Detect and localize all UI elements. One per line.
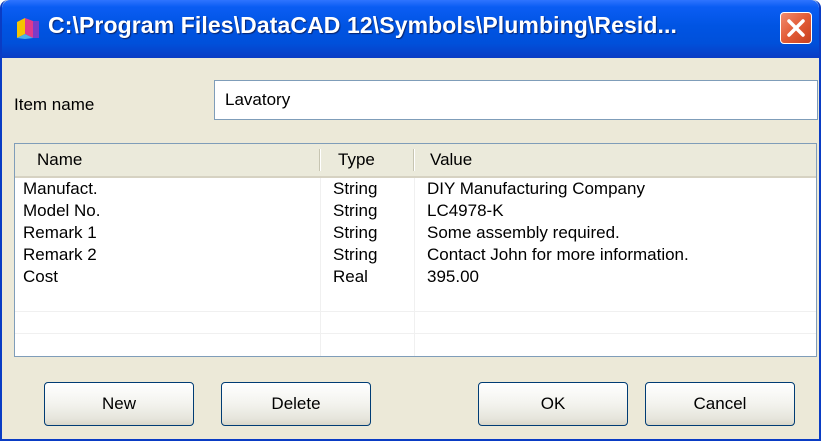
close-button[interactable] — [780, 12, 812, 44]
cell-value: Contact John for more information. — [427, 245, 689, 264]
cell-type: String — [333, 223, 378, 242]
app-icon — [16, 17, 40, 39]
grid-line — [15, 333, 816, 334]
column-header-value[interactable]: Value — [430, 144, 472, 176]
table-row[interactable]: Remark 1 String Some assembly required. — [15, 222, 816, 244]
cell-name: Remark 2 — [23, 245, 97, 264]
cell-name: Manufact. — [23, 179, 98, 198]
cell-name: Cost — [23, 267, 58, 286]
cell-type: Real — [333, 267, 368, 286]
cell-value: LC4978-K — [427, 201, 504, 220]
table-row[interactable]: Cost Real 395.00 — [15, 266, 816, 288]
attributes-table[interactable]: Name Type Value Manufact. String DIY Man… — [14, 143, 817, 357]
ok-button[interactable]: OK — [478, 382, 628, 426]
cell-name: Model No. — [23, 201, 101, 220]
cell-name: Remark 1 — [23, 223, 97, 242]
cell-type: String — [333, 245, 378, 264]
cell-type: String — [333, 179, 378, 198]
cell-value: 395.00 — [427, 267, 479, 286]
cell-type: String — [333, 201, 378, 220]
table-row[interactable]: Remark 2 String Contact John for more in… — [15, 244, 816, 266]
item-name-label: Item name — [14, 95, 95, 114]
table-header: Name Type Value — [15, 144, 816, 178]
table-rows: Manufact. String DIY Manufacturing Compa… — [15, 178, 816, 288]
cell-value: DIY Manufacturing Company — [427, 179, 645, 198]
new-button[interactable]: New — [44, 382, 194, 426]
symbol-attributes-dialog: C:\Program Files\DataCAD 12\Symbols\Plum… — [0, 0, 821, 441]
table-row[interactable]: Manufact. String DIY Manufacturing Compa… — [15, 178, 816, 200]
delete-button[interactable]: Delete — [221, 382, 371, 426]
window-title: C:\Program Files\DataCAD 12\Symbols\Plum… — [48, 12, 677, 38]
title-bar[interactable]: C:\Program Files\DataCAD 12\Symbols\Plum… — [2, 0, 819, 58]
column-divider-highlight — [320, 149, 321, 171]
cancel-button[interactable]: Cancel — [645, 382, 795, 426]
column-header-type[interactable]: Type — [338, 144, 375, 176]
grid-line — [15, 311, 816, 312]
item-name-field[interactable] — [214, 80, 818, 120]
cell-value: Some assembly required. — [427, 223, 620, 242]
column-header-name[interactable]: Name — [37, 144, 82, 176]
column-divider-highlight — [414, 149, 415, 171]
table-row[interactable]: Model No. String LC4978-K — [15, 200, 816, 222]
